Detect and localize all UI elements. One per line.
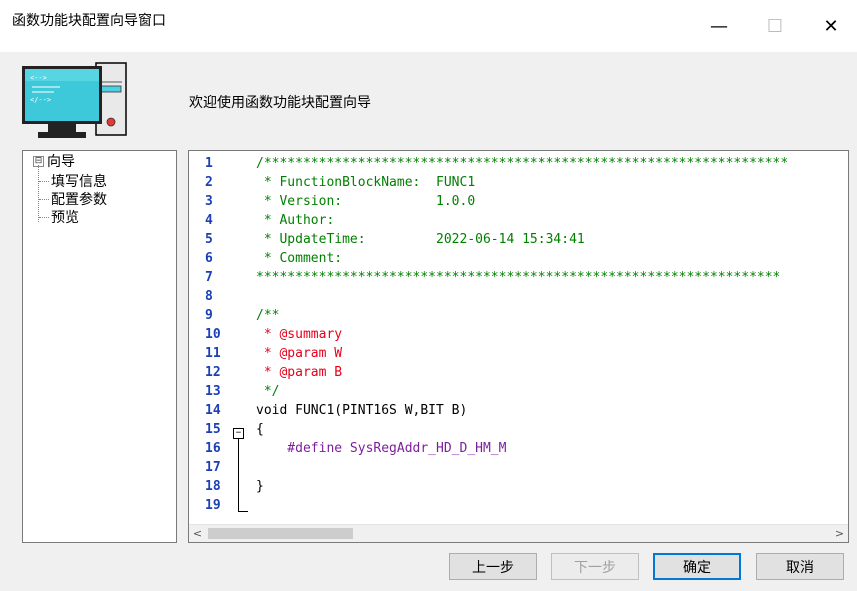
code-text: * UpdateTime: 2022-06-14 15:34:41 xyxy=(256,232,585,247)
tree-item-preview[interactable]: 预览 xyxy=(39,207,79,227)
tree-root-label: 向导 xyxy=(47,154,75,170)
minimize-button[interactable]: — xyxy=(696,0,742,52)
code-text: /** xyxy=(256,308,280,323)
code-text: * @param B xyxy=(256,365,343,380)
code-line: 4 * Author: xyxy=(189,211,848,230)
code-text: ****************************************… xyxy=(256,270,781,285)
scroll-right-icon[interactable]: > xyxy=(831,525,848,542)
code-line: 2 * FunctionBlockName: FUNC1 xyxy=(189,173,848,192)
maximize-button[interactable]: ☐ xyxy=(752,0,798,52)
line-number: 8 xyxy=(205,289,213,304)
title-bar: 函数功能块配置向导窗口 — ☐ ✕ xyxy=(0,0,857,52)
code-line: 3 * Version: 1.0.0 xyxy=(189,192,848,211)
line-number: 16 xyxy=(205,441,221,456)
line-number: 7 xyxy=(205,270,213,285)
tree-item-label: 填写信息 xyxy=(51,174,107,190)
line-number: 14 xyxy=(205,403,221,418)
code-text: * Comment: xyxy=(256,251,343,266)
code-line: 19 xyxy=(189,496,848,515)
fold-toggle-icon[interactable]: − xyxy=(233,428,244,439)
code-line: 15 { xyxy=(189,420,848,439)
scroll-left-icon[interactable]: < xyxy=(189,525,206,542)
code-line: 11 * @param W xyxy=(189,344,848,363)
code-line: 14 void FUNC1(PINT16S W,BIT B) xyxy=(189,401,848,420)
tree-item-label: 配置参数 xyxy=(51,192,107,208)
line-number: 5 xyxy=(205,232,213,247)
line-number: 4 xyxy=(205,213,213,228)
code-line: 1 /**************************************… xyxy=(189,154,848,173)
line-number: 6 xyxy=(205,251,213,266)
fold-end-line xyxy=(238,511,248,512)
svg-text:<-->: <--> xyxy=(30,74,47,82)
line-number: 12 xyxy=(205,365,221,380)
ok-button[interactable]: 确定 xyxy=(653,553,741,580)
line-number: 10 xyxy=(205,327,221,342)
tree-item-fill-info[interactable]: 填写信息 xyxy=(39,171,107,191)
line-number: 1 xyxy=(205,156,213,171)
code-line: 13 */ xyxy=(189,382,848,401)
line-number: 19 xyxy=(205,498,221,513)
code-line: 10 * @summary xyxy=(189,325,848,344)
code-text: * Version: 1.0.0 xyxy=(256,194,476,209)
code-line: 16 #define SysRegAddr_HD_D_HM_M xyxy=(189,439,848,458)
code-text: * @param W xyxy=(256,346,343,361)
code-line: 12 * @param B xyxy=(189,363,848,382)
code-text: void FUNC1(PINT16S W,BIT B) xyxy=(256,403,468,418)
previous-button[interactable]: 上一步 xyxy=(449,553,537,580)
code-preview-editor[interactable]: 1/**************************************… xyxy=(188,150,849,543)
computer-code-icon: <--> </--> xyxy=(18,60,133,145)
scrollbar-thumb[interactable] xyxy=(208,528,353,539)
line-number: 17 xyxy=(205,460,221,475)
line-number: 15 xyxy=(205,422,221,437)
line-number: 9 xyxy=(205,308,213,323)
code-text: * FunctionBlockName: FUNC1 xyxy=(256,175,476,190)
svg-text:</-->: </--> xyxy=(30,96,51,104)
cancel-button[interactable]: 取消 xyxy=(756,553,844,580)
code-line: 6 * Comment: xyxy=(189,249,848,268)
tree-item-label: 预览 xyxy=(51,210,79,226)
tree-branch-line xyxy=(39,216,49,218)
code-text: } xyxy=(256,479,264,494)
code-text: * Author: xyxy=(256,213,335,228)
welcome-text: 欢迎使用函数功能块配置向导 xyxy=(189,95,371,111)
tree-item-config-params[interactable]: 配置参数 xyxy=(39,189,107,209)
tree-branch-line xyxy=(39,198,49,200)
code-line: 5 * UpdateTime: 2022-06-14 15:34:41 xyxy=(189,230,848,249)
code-line: 7 ***************************************… xyxy=(189,268,848,287)
code-line: 9 /** xyxy=(189,306,848,325)
line-number: 3 xyxy=(205,194,213,209)
code-text: { xyxy=(256,422,264,437)
close-button[interactable]: ✕ xyxy=(808,0,854,52)
code-line: 17 xyxy=(189,458,848,477)
code-text: /***************************************… xyxy=(256,156,789,171)
line-number: 18 xyxy=(205,479,221,494)
window-title: 函数功能块配置向导窗口 xyxy=(12,13,166,29)
code-text: * @summary xyxy=(256,327,343,342)
wizard-tree: ⊟ 向导 填写信息 配置参数 预览 xyxy=(22,150,177,543)
horizontal-scrollbar[interactable]: < > xyxy=(189,524,848,542)
line-number: 13 xyxy=(205,384,221,399)
next-button[interactable]: 下一步 xyxy=(551,553,639,580)
line-number: 2 xyxy=(205,175,213,190)
code-text: #define SysRegAddr_HD_D_HM_M xyxy=(256,441,507,456)
tree-branch-line xyxy=(39,180,49,182)
code-line: 8 xyxy=(189,287,848,306)
tree-root-wizard[interactable]: ⊟ 向导 xyxy=(33,151,75,171)
fold-range-line xyxy=(238,439,239,511)
line-number: 11 xyxy=(205,346,221,361)
code-text: */ xyxy=(256,384,280,399)
code-line: 18} xyxy=(189,477,848,496)
